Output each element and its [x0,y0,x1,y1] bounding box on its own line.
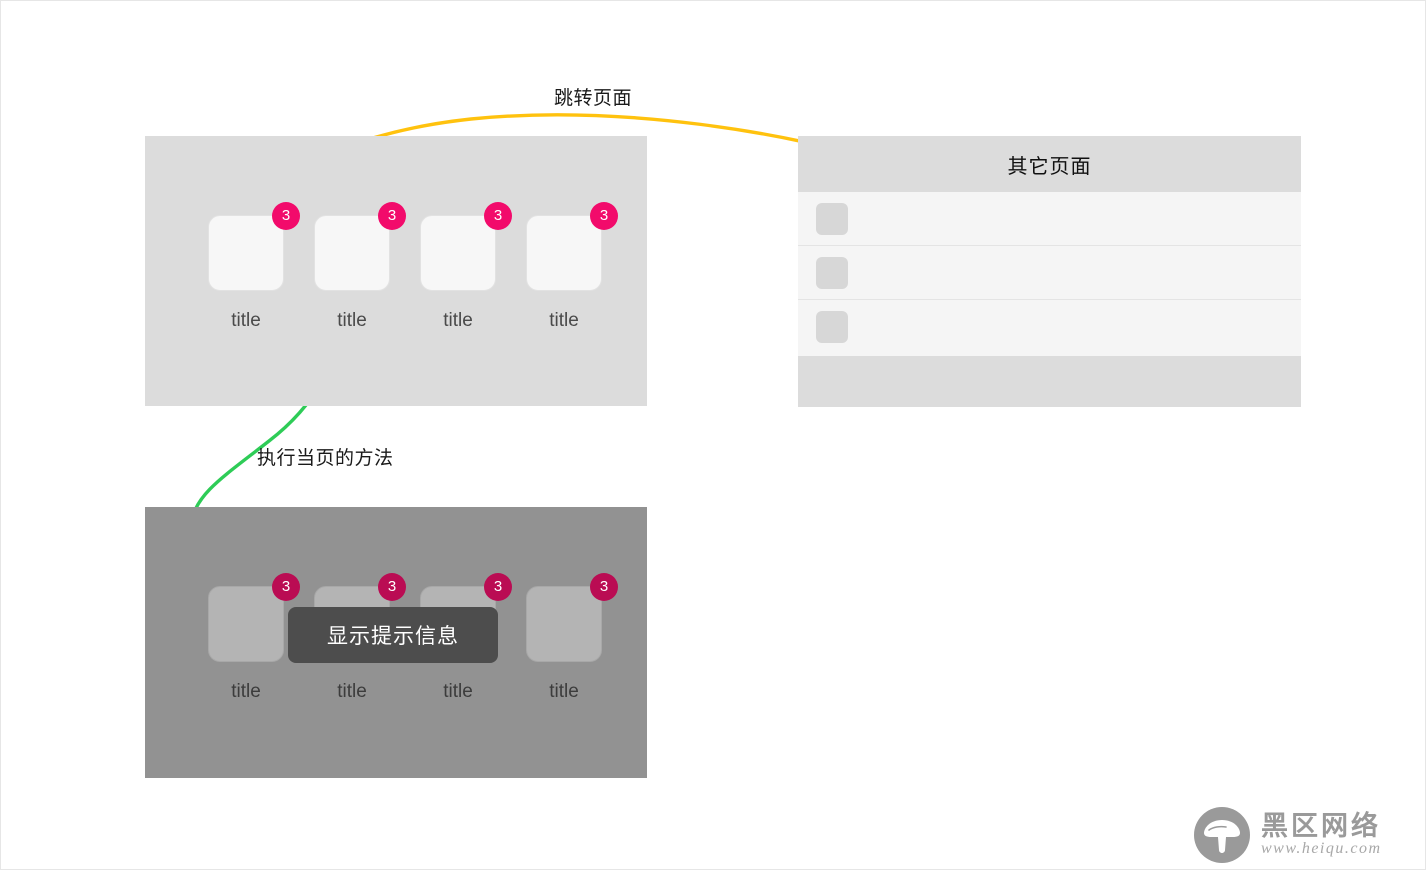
watermark-url: www.heiqu.com [1261,840,1382,858]
tile-label: title [337,310,367,331]
app-tile[interactable]: 3 [314,202,406,291]
wireframe-canvas: 跳转页面 执行当页的方法 3 title 3 title 3 title 3 t… [0,0,1426,870]
home-tile-cell-1[interactable]: 3 title [193,202,300,332]
dim-tile-cell-4[interactable]: 3 title [511,573,618,703]
annotation-label-jump-page: 跳转页面 [554,88,633,109]
notification-badge: 3 [272,573,300,601]
annotation-label-exec-method: 执行当页的方法 [257,448,394,469]
home-tile-row: 3 title 3 title 3 title 3 title [145,202,647,332]
notification-badge: 3 [484,573,512,601]
tile-label: title [337,681,367,702]
other-page-panel: 其它页面 [798,136,1301,407]
app-tile[interactable]: 3 [526,202,618,291]
list-item[interactable] [798,300,1301,354]
tile-label: title [231,310,261,331]
tile-label: title [443,681,473,702]
app-tile[interactable]: 3 [526,573,618,662]
tile-label: title [549,681,579,702]
app-tile[interactable]: 3 [208,573,300,662]
tile-label: title [549,310,579,331]
tile-label: title [443,310,473,331]
notification-badge: 3 [590,202,618,230]
home-tile-cell-2[interactable]: 3 title [299,202,406,332]
dim-tile-cell-1[interactable]: 3 title [193,573,300,703]
notification-badge: 3 [590,573,618,601]
other-page-title: 其它页面 [798,136,1301,192]
list-item[interactable] [798,246,1301,300]
other-page-footer [798,356,1301,407]
list-item[interactable] [798,192,1301,246]
app-tile[interactable]: 3 [420,202,512,291]
home-tile-cell-3[interactable]: 3 title [405,202,512,332]
home-tile-cell-4[interactable]: 3 title [511,202,618,332]
watermark-brand: 黑区网络 [1261,810,1381,841]
notification-badge: 3 [484,202,512,230]
watermark-text: 黑区网络 www.heiqu.com [1261,810,1382,858]
home-screen-panel: 3 title 3 title 3 title 3 title [145,136,647,406]
thumbnail-icon [816,311,848,343]
other-page-list [798,192,1301,356]
tile-label: title [231,681,261,702]
thumbnail-icon [816,256,848,289]
toast-tooltip: 显示提示信息 [288,607,498,663]
notification-badge: 3 [378,573,406,601]
watermark: 黑区网络 www.heiqu.com [1193,806,1382,864]
thumbnail-icon [816,202,848,235]
mushroom-logo-icon [1194,807,1250,863]
notification-badge: 3 [378,202,406,230]
app-tile[interactable]: 3 [208,202,300,291]
dimmed-screen-panel: 3 title 3 title 3 title 3 title 显示提示信息 [145,507,647,778]
notification-badge: 3 [272,202,300,230]
